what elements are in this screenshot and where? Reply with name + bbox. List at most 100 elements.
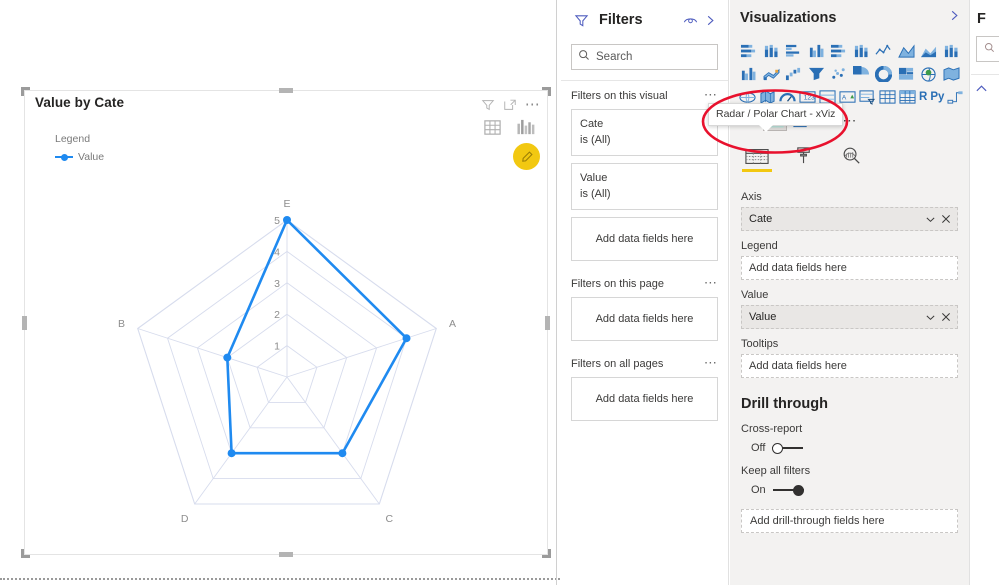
funnel-icon xyxy=(571,13,592,28)
well-value[interactable]: Value xyxy=(741,305,958,329)
stacked-area-chart-icon[interactable] xyxy=(919,40,939,61)
fields-search-input[interactable] xyxy=(976,36,999,62)
data-point-marker[interactable] xyxy=(338,449,347,458)
keep-all-filters-toggle-row[interactable]: On xyxy=(730,477,969,496)
table-icon[interactable] xyxy=(879,86,896,107)
focus-mode-icon[interactable] xyxy=(503,98,517,112)
line-and-clustered-column-icon[interactable] xyxy=(739,63,759,84)
map-icon[interactable] xyxy=(919,63,939,84)
radar-plot-area[interactable]: 1 2 3 4 5 E A C D B xyxy=(25,189,549,529)
area-chart-icon[interactable] xyxy=(897,40,917,61)
radar-chart-svg[interactable]: 1 2 3 4 5 E A C D B xyxy=(25,189,549,529)
viz-pane-tabs[interactable] xyxy=(730,132,969,176)
waterfall-chart-icon[interactable] xyxy=(784,63,804,84)
ribbon-chart-icon[interactable] xyxy=(762,63,782,84)
pie-chart-icon[interactable] xyxy=(852,63,872,84)
py-label: Py xyxy=(930,90,945,103)
section-more-icon[interactable]: ⋯ xyxy=(704,88,718,101)
filter-dropzone-all-pages[interactable]: Add data fields here xyxy=(571,377,718,421)
line-chart-icon[interactable] xyxy=(874,40,894,61)
legend-item-value[interactable]: Value xyxy=(55,151,104,163)
legend-swatch-icon xyxy=(55,152,73,162)
hide-pane-icon[interactable] xyxy=(680,13,701,27)
filter-card-value[interactable]: Value is (All) xyxy=(571,163,718,210)
resize-handle-top-left[interactable] xyxy=(21,87,30,96)
resize-handle-top-right[interactable] xyxy=(542,87,551,96)
chevron-right-icon[interactable] xyxy=(948,9,961,27)
section-title: Filters on all pages xyxy=(571,358,664,370)
edit-pencil-icon[interactable] xyxy=(513,143,540,170)
filters-search-container[interactable]: Search xyxy=(561,40,728,70)
more-options-icon[interactable]: ⋯ xyxy=(525,97,541,112)
donut-chart-icon[interactable] xyxy=(874,63,894,84)
data-point-marker[interactable] xyxy=(227,449,236,458)
decomposition-tree-icon[interactable] xyxy=(947,86,964,107)
visual-header-toolbar[interactable]: ⋯ xyxy=(463,96,541,171)
well-axis[interactable]: Cate xyxy=(741,207,958,231)
chevron-up-icon[interactable] xyxy=(971,75,999,99)
chevron-down-icon[interactable] xyxy=(920,214,936,225)
treemap-icon[interactable] xyxy=(897,63,917,84)
line-and-stacked-column-icon[interactable] xyxy=(942,40,962,61)
slicer-icon[interactable] xyxy=(859,86,876,107)
close-icon[interactable] xyxy=(936,214,951,224)
resize-handle-top[interactable] xyxy=(279,88,293,93)
data-point-marker[interactable] xyxy=(402,334,411,343)
chart-view-icon[interactable] xyxy=(516,118,537,137)
radial-tick-label: 1 xyxy=(274,341,280,353)
filled-map-icon[interactable] xyxy=(942,63,962,84)
clustered-bar-chart-icon[interactable] xyxy=(784,40,804,61)
filter-dropzone-page[interactable]: Add data fields here xyxy=(571,297,718,341)
fields-pane: F xyxy=(971,0,999,585)
stacked-bar-chart-icon[interactable] xyxy=(739,40,759,61)
report-canvas[interactable]: Value by Cate ⋯ Legend Value 1 2 3 4 5 E… xyxy=(0,0,560,585)
filter-icon[interactable] xyxy=(481,98,495,112)
radar-chart-visual[interactable]: Value by Cate ⋯ Legend Value 1 2 3 4 5 E… xyxy=(21,87,551,558)
well-label-axis: Axis xyxy=(741,191,762,203)
drill-through-dropzone[interactable]: Add drill-through fields here xyxy=(741,509,958,533)
stacked-column-chart-icon[interactable] xyxy=(762,40,782,61)
python-visual-icon[interactable]: Py xyxy=(930,86,944,107)
filter-card-cate[interactable]: Cate is (All) xyxy=(571,109,718,156)
cross-report-toggle[interactable] xyxy=(772,442,804,454)
funnel-chart-icon[interactable] xyxy=(807,63,827,84)
search-input[interactable]: Search xyxy=(571,44,718,70)
viz-gallery-row xyxy=(739,63,961,84)
axis-spoke xyxy=(137,328,288,378)
magnifier-analytics-icon[interactable] xyxy=(836,146,866,176)
data-point-marker[interactable] xyxy=(283,216,291,224)
paint-roller-icon[interactable] xyxy=(789,146,819,176)
keep-all-filters-toggle[interactable] xyxy=(772,484,804,496)
radar-series-value[interactable] xyxy=(223,216,411,458)
data-point-marker[interactable] xyxy=(223,353,232,362)
close-icon[interactable] xyxy=(936,312,951,322)
clustered-column-chart-icon[interactable] xyxy=(807,40,827,61)
resize-handle-bottom-right[interactable] xyxy=(542,549,551,558)
well-field-name: Value xyxy=(749,311,777,323)
chevron-down-icon[interactable] xyxy=(920,312,936,323)
search-icon xyxy=(984,40,995,58)
section-more-icon[interactable]: ⋯ xyxy=(704,356,718,369)
well-label-legend: Legend xyxy=(741,240,778,252)
well-legend[interactable]: Add data fields here xyxy=(741,256,958,280)
page-boundary xyxy=(0,578,560,580)
hundred-percent-stacked-bar-icon[interactable] xyxy=(829,40,849,61)
filter-dropzone-visual[interactable]: Add data fields here xyxy=(571,217,718,261)
cross-report-toggle-row[interactable]: Off xyxy=(730,435,969,454)
matrix-icon[interactable] xyxy=(899,86,916,107)
well-tooltips[interactable]: Add data fields here xyxy=(741,354,958,378)
collapse-chevron-icon[interactable] xyxy=(701,14,720,27)
hundred-percent-stacked-column-icon[interactable] xyxy=(852,40,872,61)
r-script-visual-icon[interactable]: R xyxy=(919,86,927,107)
filters-section-all-pages: Filters on all pages ⋯ Add data fields h… xyxy=(561,341,728,421)
resize-handle-bottom-left[interactable] xyxy=(21,549,30,558)
radial-tick-label: 3 xyxy=(274,278,280,290)
filter-condition: is (All) xyxy=(580,188,611,200)
section-more-icon[interactable]: ⋯ xyxy=(704,276,718,289)
search-icon xyxy=(578,48,590,66)
visualizations-pane-title: Visualizations xyxy=(740,10,837,26)
fields-tab[interactable] xyxy=(742,148,772,176)
table-view-icon[interactable] xyxy=(483,118,502,137)
scatter-chart-icon[interactable] xyxy=(829,63,849,84)
resize-handle-bottom[interactable] xyxy=(279,552,293,557)
